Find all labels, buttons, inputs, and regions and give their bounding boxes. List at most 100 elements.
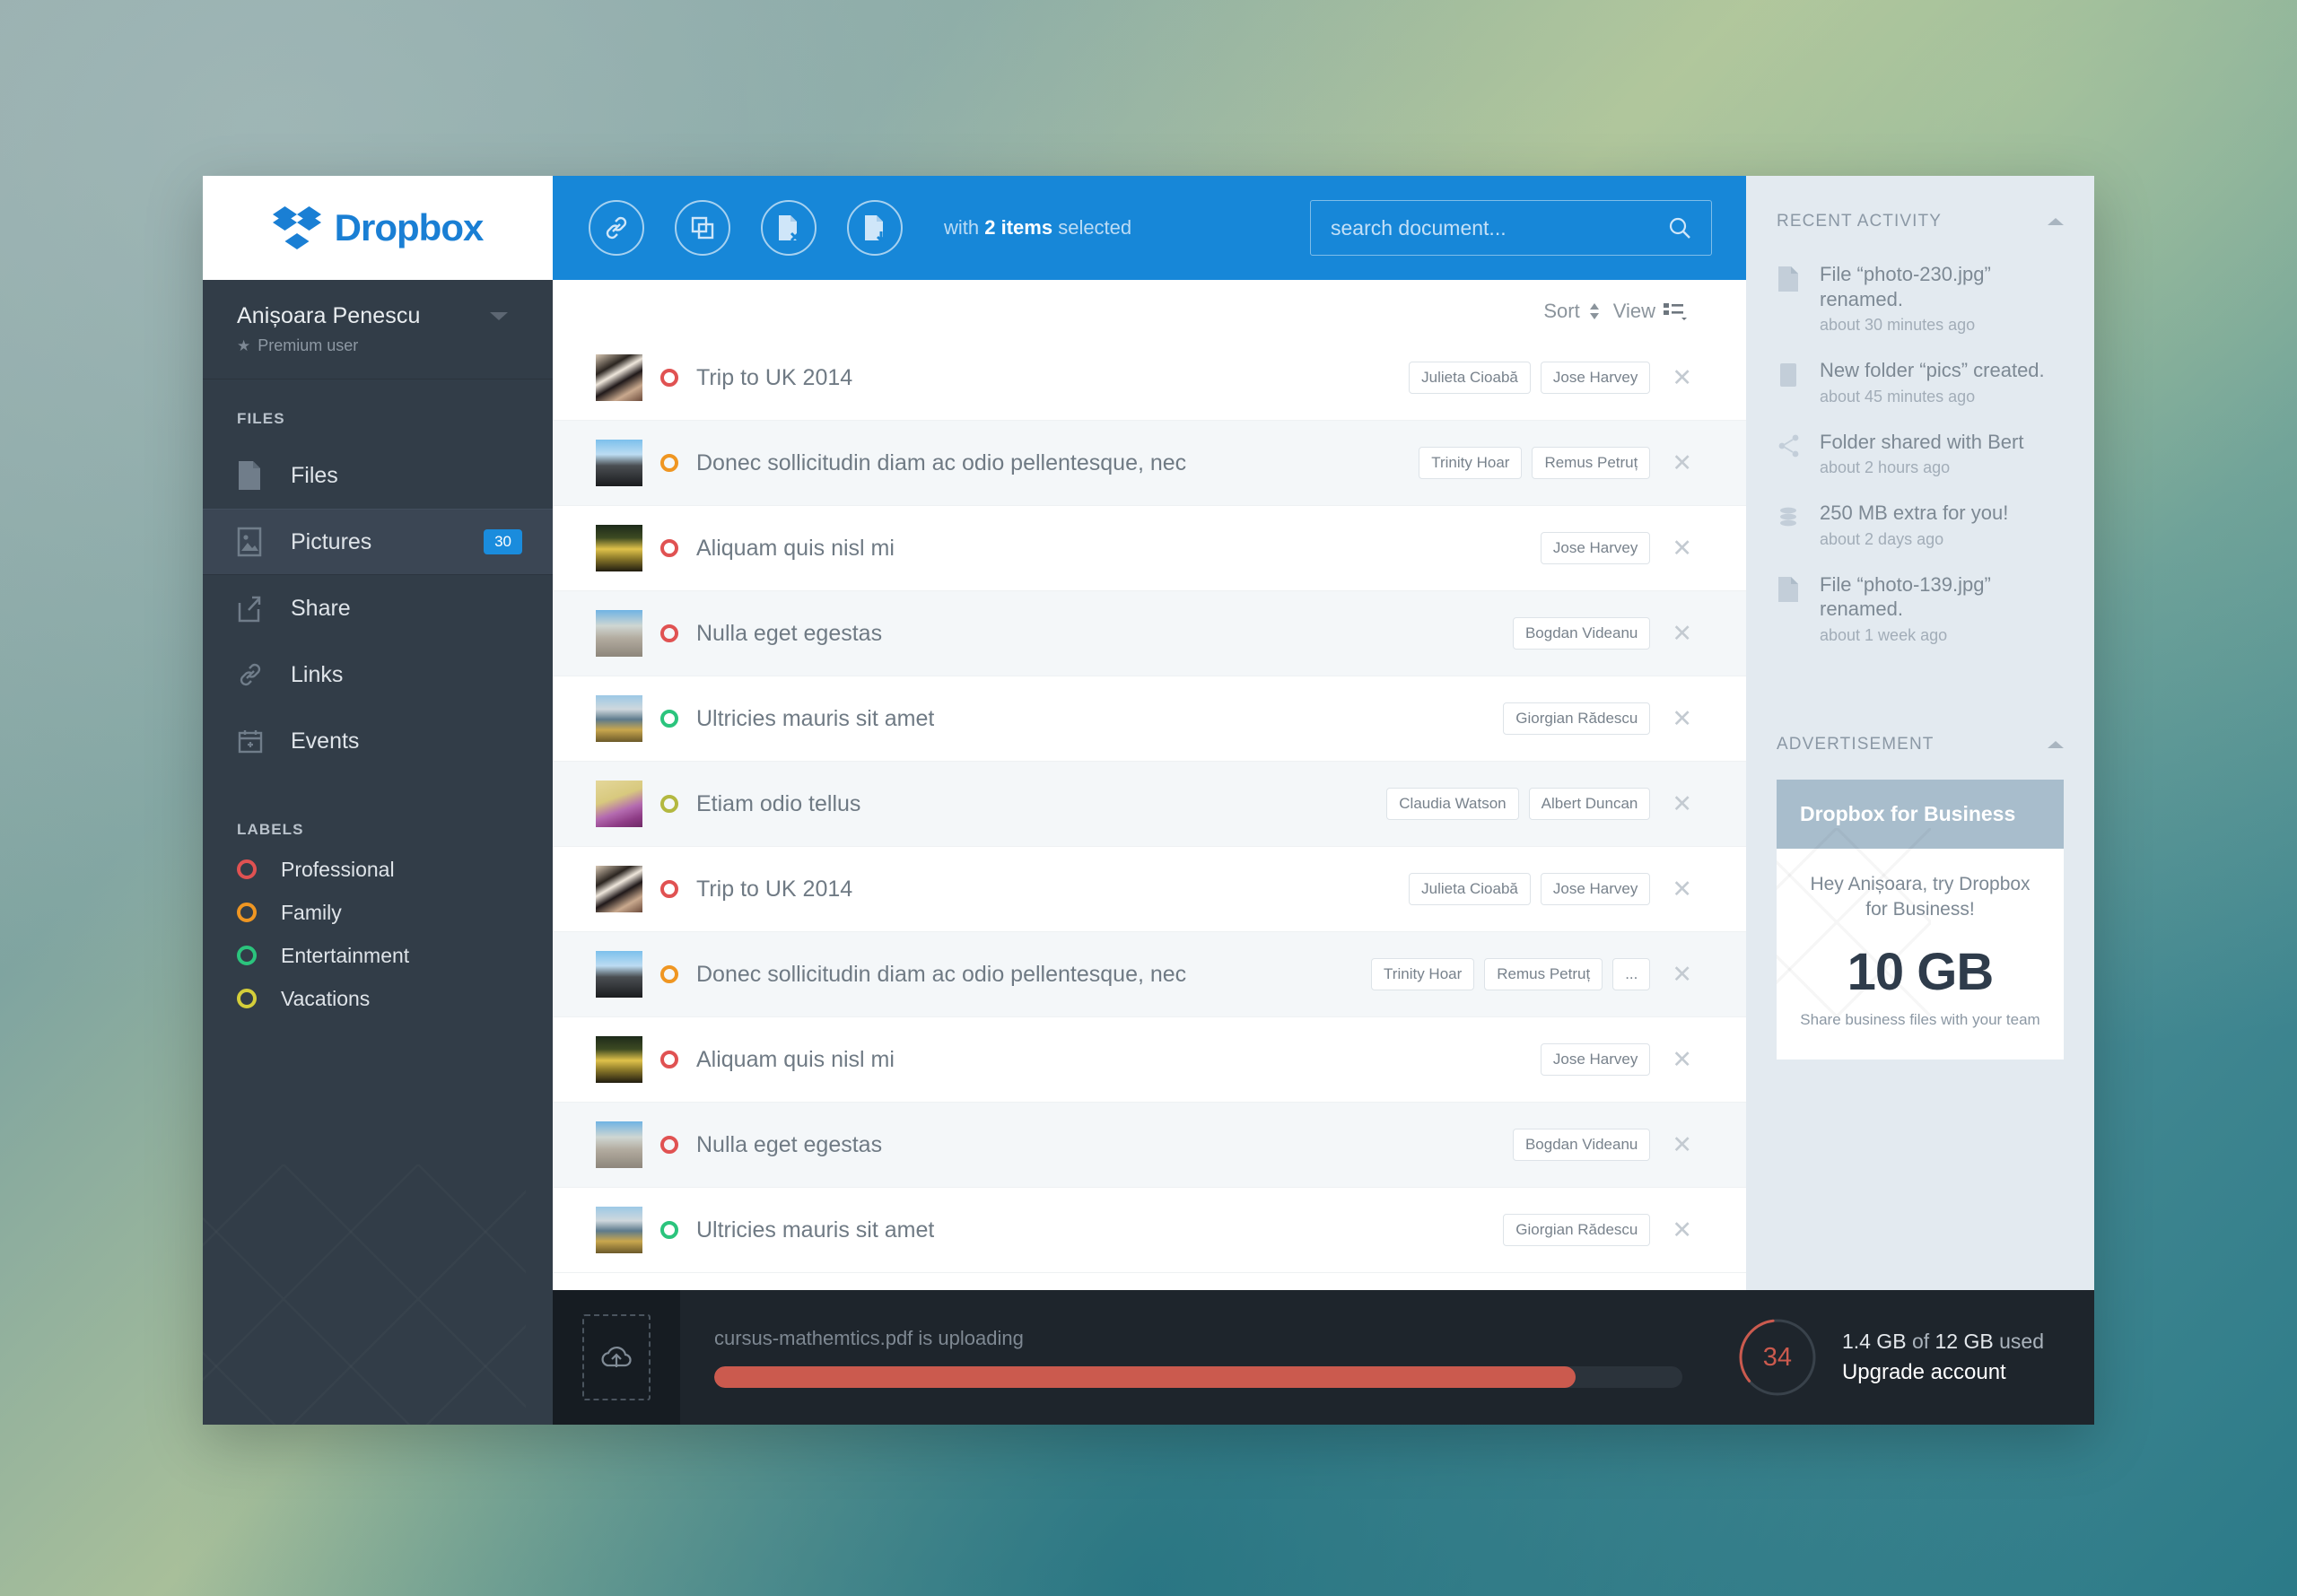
advertisement-header[interactable]: ADVERTISEMENT [1777, 658, 2064, 774]
close-icon[interactable]: ✕ [1672, 621, 1692, 646]
file-rows: Trip to UK 2014 Julieta Cioabă Jose Harvey… [553, 336, 1746, 1273]
sidebar-item-files[interactable]: Files [203, 442, 553, 509]
user-tag[interactable]: Jose Harvey [1540, 531, 1651, 565]
drop-zone[interactable] [553, 1290, 680, 1425]
user-tag[interactable]: Jose Harvey [1540, 361, 1651, 395]
sidebar-item-share[interactable]: Share [203, 575, 553, 641]
activity-item[interactable]: New folder “pics” created. about 45 minut… [1777, 347, 2064, 419]
file-label-dot[interactable] [660, 965, 678, 983]
logo-area[interactable]: Dropbox [203, 176, 553, 280]
table-row[interactable]: Donec sollicitudin diam ac odio pellente… [553, 421, 1746, 506]
user-tag[interactable]: Giorgian Rădescu [1503, 702, 1651, 736]
table-row[interactable]: Aliquam quis nisl mi Jose Harvey ✕ [553, 1017, 1746, 1103]
more-tags-button[interactable]: ... [1612, 957, 1651, 991]
table-row[interactable]: Nulla eget egestas Bogdan Videanu ✕ [553, 591, 1746, 676]
file-thumbnail [596, 781, 642, 827]
activity-text: New folder “pics” created. [1820, 359, 2045, 381]
table-row[interactable]: Nulla eget egestas Bogdan Videanu ✕ [553, 1103, 1746, 1188]
file-label-dot[interactable] [660, 369, 678, 387]
sidebar-label-family[interactable]: Family [203, 891, 553, 934]
user-tag[interactable]: Jose Harvey [1540, 872, 1651, 906]
close-icon[interactable]: ✕ [1672, 876, 1692, 902]
file-thumbnail [596, 695, 642, 742]
user-tag[interactable]: Julieta Cioabă [1409, 872, 1531, 906]
chevron-down-icon[interactable] [490, 312, 508, 320]
user-tag[interactable]: Remus Petruț [1532, 446, 1651, 480]
folder-icon [1777, 358, 1804, 406]
user-tag[interactable]: Claudia Watson [1386, 787, 1519, 821]
file-title: Nulla eget egestas [696, 1131, 883, 1157]
advertisement-card[interactable]: Dropbox for Business Hey Anișoara, try D… [1777, 779, 2064, 1060]
search-box[interactable] [1310, 200, 1712, 256]
search-icon[interactable] [1668, 216, 1691, 240]
close-icon[interactable]: ✕ [1672, 791, 1692, 816]
storage-indicator[interactable]: 34 1.4 GB of 12 GB used Upgrade account [1734, 1314, 2094, 1400]
activity-item[interactable]: File “photo-139.jpg” renamed. about 1 wee… [1777, 562, 2064, 658]
file-shared-with: Bogdan Videanu [1512, 616, 1651, 650]
sidebar-label-vacations[interactable]: Vacations [203, 977, 553, 1020]
user-tag[interactable]: Bogdan Videanu [1512, 616, 1651, 650]
file-label-dot[interactable] [660, 710, 678, 728]
user-tag[interactable]: Giorgian Rădescu [1503, 1213, 1651, 1247]
file-label-dot[interactable] [660, 624, 678, 642]
link-action-button[interactable] [589, 200, 644, 256]
delete-file-action-button[interactable] [761, 200, 817, 256]
upload-cloud-icon [601, 1347, 632, 1367]
table-row[interactable]: Ultricies mauris sit amet Giorgian Rădesc… [553, 676, 1746, 762]
upgrade-account-link[interactable]: Upgrade account [1842, 1360, 2044, 1385]
user-tag[interactable]: Jose Harvey [1540, 1042, 1651, 1077]
user-tag[interactable]: Remus Petruț [1484, 957, 1603, 991]
sidebar-label-professional[interactable]: Professional [203, 848, 553, 891]
user-tag[interactable]: Trinity Hoar [1371, 957, 1475, 991]
file-thumbnail [596, 610, 642, 657]
table-row[interactable]: Ultricies mauris sit amet Giorgian Rădesc… [553, 1188, 1746, 1273]
table-row[interactable]: Aliquam quis nisl mi Jose Harvey ✕ [553, 506, 1746, 591]
storage-of-label: of [1911, 1330, 1930, 1353]
sidebar-item-links[interactable]: Links [203, 641, 553, 708]
activity-item[interactable]: Folder shared with Bert about 2 hours ago [1777, 419, 2064, 491]
file-label-dot[interactable] [660, 1051, 678, 1068]
close-icon[interactable]: ✕ [1672, 706, 1692, 731]
chevron-up-icon[interactable] [2048, 740, 2064, 748]
recent-activity-header[interactable]: RECENT ACTIVITY [1777, 176, 2064, 251]
search-input[interactable] [1331, 215, 1668, 240]
sidebar-item-pictures[interactable]: Pictures 30 [203, 509, 553, 575]
user-tag[interactable]: Bogdan Videanu [1512, 1128, 1651, 1162]
storage-used-label: used [1999, 1330, 2044, 1353]
sidebar-item-events[interactable]: Events [203, 708, 553, 774]
view-control[interactable]: View [1613, 300, 1687, 323]
close-icon[interactable]: ✕ [1672, 450, 1692, 475]
chevron-up-icon[interactable] [2048, 218, 2064, 225]
user-tag[interactable]: Trinity Hoar [1419, 446, 1523, 480]
file-icon [1777, 262, 1804, 335]
copy-action-button[interactable] [675, 200, 730, 256]
download-file-action-button[interactable] [847, 200, 903, 256]
activity-item[interactable]: 250 MB extra for you! about 2 days ago [1777, 490, 2064, 562]
close-icon[interactable]: ✕ [1672, 536, 1692, 561]
file-label-dot[interactable] [660, 539, 678, 557]
activity-time: about 45 minutes ago [1820, 387, 1976, 406]
file-label-dot[interactable] [660, 1221, 678, 1239]
user-account-block[interactable]: Anișoara Penescu ★ Premium user [203, 280, 553, 379]
close-icon[interactable]: ✕ [1672, 365, 1692, 390]
sort-control[interactable]: Sort [1543, 300, 1600, 323]
user-tag[interactable]: Albert Duncan [1528, 787, 1651, 821]
table-row[interactable]: Trip to UK 2014 Julieta Cioabă Jose Harvey… [553, 847, 1746, 932]
close-icon[interactable]: ✕ [1672, 962, 1692, 987]
label-text: Professional [281, 857, 395, 881]
file-label-dot[interactable] [660, 1136, 678, 1154]
activity-item[interactable]: File “photo-230.jpg” renamed. about 30 mi… [1777, 251, 2064, 347]
sidebar-label-files: Files [291, 462, 338, 488]
close-icon[interactable]: ✕ [1672, 1047, 1692, 1072]
close-icon[interactable]: ✕ [1672, 1217, 1692, 1243]
selection-count: 2 items [984, 216, 1053, 239]
user-tag[interactable]: Julieta Cioabă [1409, 361, 1531, 395]
sidebar-label-entertainment[interactable]: Entertainment [203, 934, 553, 977]
table-row[interactable]: Trip to UK 2014 Julieta Cioabă Jose Harvey… [553, 336, 1746, 421]
close-icon[interactable]: ✕ [1672, 1132, 1692, 1157]
file-label-dot[interactable] [660, 454, 678, 472]
file-label-dot[interactable] [660, 795, 678, 813]
table-row[interactable]: Etiam odio tellus Claudia Watson Albert Du… [553, 762, 1746, 847]
table-row[interactable]: Donec sollicitudin diam ac odio pellente… [553, 932, 1746, 1017]
file-label-dot[interactable] [660, 880, 678, 898]
